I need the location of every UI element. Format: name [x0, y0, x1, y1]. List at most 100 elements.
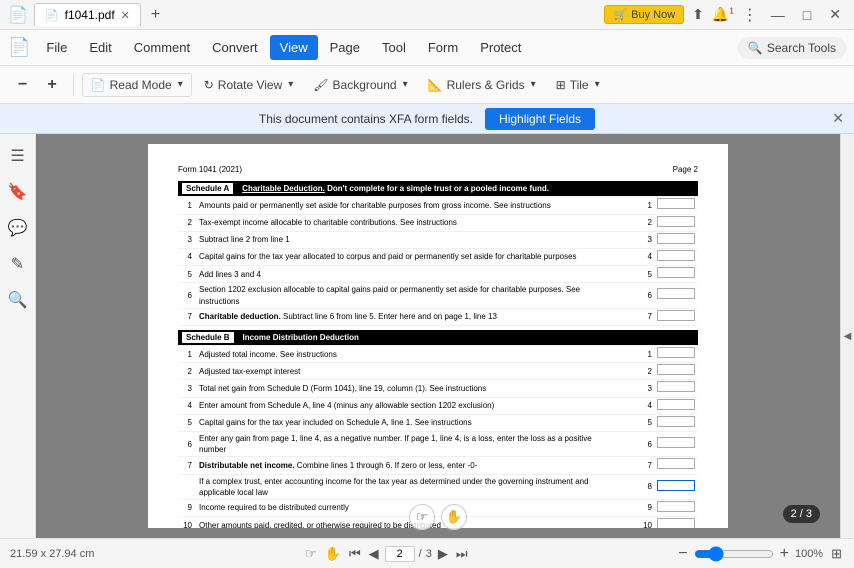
input-a2[interactable]	[657, 216, 695, 227]
tab-close-button[interactable]: ✕	[121, 9, 130, 22]
sidebar-bookmark-icon[interactable]: 🔖	[4, 178, 32, 206]
fit-page-button[interactable]: ⊞	[829, 544, 844, 564]
maximize-button[interactable]: □	[798, 5, 816, 25]
notification-bar: This document contains XFA form fields. …	[0, 104, 854, 134]
nav-last-button[interactable]: ⏭	[454, 544, 470, 564]
input-b6[interactable]	[657, 437, 695, 448]
schedule-a-label: Schedule A	[182, 183, 233, 194]
form-name: Form 1041 (2021)	[178, 164, 242, 175]
title-bar-left: 📄 📄 f1041.pdf ✕ +	[8, 3, 164, 26]
sidebar-menu-icon[interactable]: ☰	[4, 142, 32, 170]
menu-page[interactable]: Page	[320, 35, 370, 60]
zoom-out-status-button[interactable]: −	[678, 545, 687, 563]
dimensions-label: 21.59 x 27.94 cm	[10, 548, 94, 560]
sidebar-search-icon[interactable]: 🔍	[4, 286, 32, 314]
background-button[interactable]: 🖌 Background	[305, 74, 415, 96]
menu-view[interactable]: View	[270, 35, 318, 60]
new-tab-button[interactable]: +	[147, 6, 164, 24]
menu-comment[interactable]: Comment	[124, 35, 200, 60]
menu-convert[interactable]: Convert	[202, 35, 268, 60]
active-tab[interactable]: 📄 f1041.pdf ✕	[34, 3, 141, 26]
input-a4[interactable]	[657, 250, 695, 261]
input-b8[interactable]	[657, 480, 695, 491]
menu-edit[interactable]: Edit	[79, 35, 121, 60]
separator-1	[73, 74, 74, 96]
input-b9[interactable]	[657, 501, 695, 512]
input-a6[interactable]	[657, 288, 695, 299]
schedule-b-header: Schedule B Income Distribution Deduction	[178, 330, 698, 346]
menu-form[interactable]: Form	[418, 35, 468, 60]
app-logo: 📄	[8, 5, 28, 25]
app-icon: 📄	[8, 37, 30, 58]
pdf-viewer[interactable]: Form 1041 (2021) Page 2 Schedule A Chari…	[36, 134, 840, 538]
menu-bar: 📄 File Edit Comment Convert View Page To…	[0, 30, 854, 66]
right-panel-toggle[interactable]: ◀	[840, 134, 854, 538]
status-zoom: − + 100% ⊞	[678, 544, 844, 564]
input-b1[interactable]	[657, 347, 695, 358]
notification-close-button[interactable]: ✕	[832, 110, 844, 127]
chevron-left-icon: ◀	[844, 331, 852, 342]
input-a5[interactable]	[657, 267, 695, 278]
share-icon: ⬆	[692, 6, 704, 23]
schedule-a-table: Schedule A Charitable Deduction. Don't c…	[178, 181, 698, 326]
input-b7[interactable]	[657, 458, 695, 469]
notification-icon[interactable]: 🔔1	[712, 6, 734, 23]
minimize-button[interactable]: —	[766, 5, 790, 25]
menu-file[interactable]: File	[36, 35, 77, 60]
table-row: 4 Enter amount from Schedule A, line 4 (…	[178, 397, 698, 414]
close-button[interactable]: ✕	[824, 4, 846, 25]
tile-button[interactable]: ⊞ Tile	[548, 74, 608, 96]
menu-tool[interactable]: Tool	[372, 35, 416, 60]
cursor-select-button[interactable]: ☞	[409, 504, 435, 530]
table-row: 6 Section 1202 exclusion allocable to ca…	[178, 283, 698, 308]
input-a3[interactable]	[657, 233, 695, 244]
buy-now-button[interactable]: 🛒 Buy Now	[604, 5, 684, 24]
nav-next-button[interactable]: ▶	[436, 544, 450, 564]
table-row: 3 Total net gain from Schedule D (Form 1…	[178, 380, 698, 397]
tile-icon: ⊞	[556, 78, 566, 92]
input-b5[interactable]	[657, 416, 695, 427]
page-number-input[interactable]	[385, 546, 415, 562]
pdf-page: Form 1041 (2021) Page 2 Schedule A Chari…	[148, 144, 728, 528]
page-total: 3	[426, 548, 432, 560]
sidebar-edit-icon[interactable]: ✎	[4, 250, 32, 278]
page-display-button[interactable]: 📄 Read Mode	[82, 73, 192, 97]
rulers-icon: 📐	[428, 78, 443, 92]
input-b2[interactable]	[657, 364, 695, 375]
left-sidebar: ☰ 🔖 💬 ✎ 🔍	[0, 134, 36, 538]
nav-select-button[interactable]: ☞	[303, 544, 319, 564]
status-dimensions: 21.59 x 27.94 cm	[10, 548, 94, 560]
title-bar: 📄 📄 f1041.pdf ✕ + 🛒 Buy Now ⬆ 🔔1 ⋮ — □ ✕	[0, 0, 854, 30]
schedule-b-table: Schedule B Income Distribution Deduction…	[178, 330, 698, 528]
page-separator: /	[419, 548, 422, 560]
table-row: 7 Distributable net income. Combine line…	[178, 457, 698, 474]
input-b3[interactable]	[657, 381, 695, 392]
zoom-slider[interactable]	[694, 546, 774, 562]
toolbar: − + 📄 Read Mode ↻ Rotate View 🖌 Backgrou…	[0, 66, 854, 104]
schedule-a-title: Charitable Deduction. Don't complete for…	[242, 184, 549, 193]
main-area: ☰ 🔖 💬 ✎ 🔍 Form 1041 (2021) Page 2 Schedu…	[0, 134, 854, 538]
search-tools-button[interactable]: 🔍 Search Tools	[738, 37, 846, 59]
menu-protect[interactable]: Protect	[470, 35, 531, 60]
page-icon: 📄	[91, 78, 106, 92]
sidebar-comment-icon[interactable]: 💬	[4, 214, 32, 242]
zoom-in-button[interactable]: +	[39, 72, 64, 98]
table-row: 7 Charitable deduction. Subtract line 6 …	[178, 308, 698, 325]
input-b4[interactable]	[657, 399, 695, 410]
table-row: If a complex trust, enter accounting inc…	[178, 474, 698, 499]
zoom-out-button[interactable]: −	[10, 72, 35, 98]
rotate-view-button[interactable]: ↻ Rotate View	[196, 74, 302, 96]
nav-first-button[interactable]: ⏮	[347, 544, 363, 564]
zoom-in-status-button[interactable]: +	[780, 545, 789, 563]
rulers-grids-button[interactable]: 📐 Rulers & Grids	[420, 74, 544, 96]
more-options-icon[interactable]: ⋮	[742, 5, 758, 25]
highlight-fields-button[interactable]: Highlight Fields	[485, 108, 595, 130]
input-a7[interactable]	[657, 310, 695, 321]
pdf-header: Form 1041 (2021) Page 2	[178, 164, 698, 175]
input-b10[interactable]	[657, 518, 695, 528]
input-a1[interactable]	[657, 198, 695, 209]
nav-prev-button[interactable]: ◀	[367, 544, 381, 564]
table-row: 1 Amounts paid or permanently set aside …	[178, 197, 698, 214]
nav-pan-button[interactable]: ✋	[323, 544, 343, 564]
cursor-pan-button[interactable]: ✋	[441, 504, 467, 530]
